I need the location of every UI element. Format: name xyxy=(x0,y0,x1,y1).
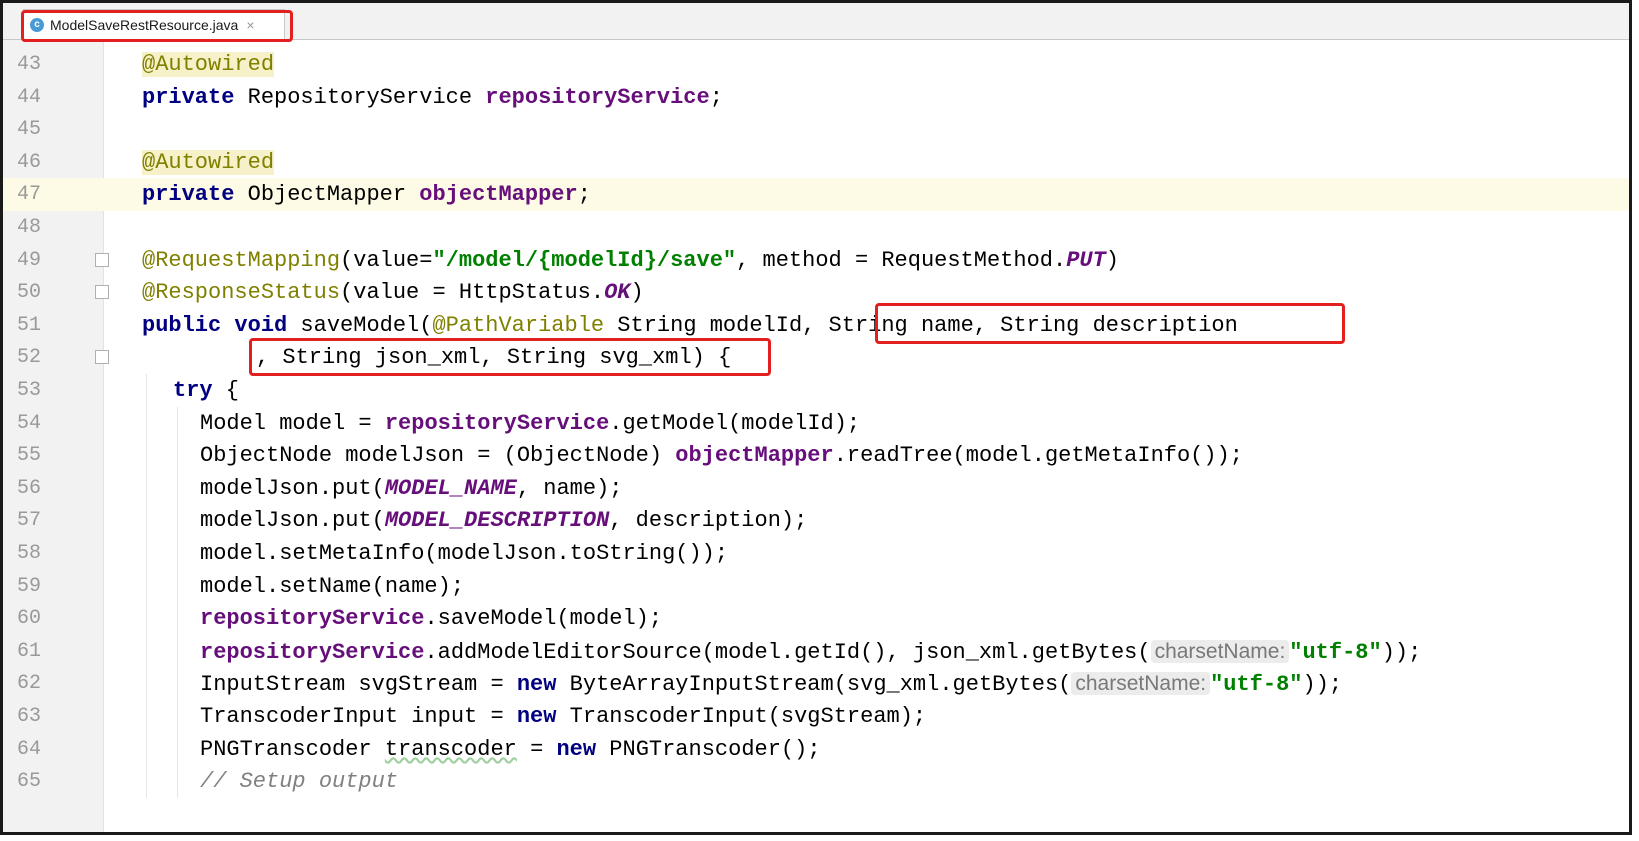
line-number: 49 xyxy=(17,248,42,272)
fold-marker-icon[interactable] xyxy=(95,350,109,365)
line-number: 57 xyxy=(17,509,42,533)
code-text: @Autowired xyxy=(142,149,275,175)
code-line[interactable]: 45 xyxy=(3,113,1629,146)
code-line[interactable]: 43 @Autowired xyxy=(3,48,1629,81)
code-text: @RequestMapping(value="/model/{modelId}/… xyxy=(142,247,1119,273)
code-line[interactable]: 54 Model model = repositoryService.getMod… xyxy=(3,407,1629,440)
line-number: 61 xyxy=(17,639,42,663)
code-line[interactable]: 59 model.setName(name); xyxy=(3,570,1629,603)
code-text: PNGTranscoder transcoder = new PNGTransc… xyxy=(200,736,821,762)
code-text: @Autowired xyxy=(142,52,275,77)
line-number: 56 xyxy=(17,476,42,500)
line-number: 50 xyxy=(17,281,42,305)
code-text: ObjectNode modelJson = (ObjectNode) obje… xyxy=(200,443,1243,469)
code-text: TranscoderInput input = new TranscoderIn… xyxy=(200,704,927,729)
code-line[interactable]: 55 ObjectNode modelJson = (ObjectNode) ob… xyxy=(3,439,1629,472)
line-number: 59 xyxy=(17,574,42,598)
code-text: private ObjectMapper objectMapper; xyxy=(142,182,591,208)
line-number: 63 xyxy=(17,705,42,728)
code-text: @ResponseStatus(value = HttpStatus.OK) xyxy=(142,280,644,306)
code-text: InputStream svgStream = new ByteArrayInp… xyxy=(200,672,1343,698)
indent-guide xyxy=(146,374,147,798)
line-number: 47 xyxy=(17,183,42,207)
code-text: model.setMetaInfo(modelJson.toString()); xyxy=(200,541,729,566)
code-line[interactable]: 62 InputStream svgStream = new ByteArrayI… xyxy=(3,667,1629,700)
fold-marker-icon[interactable] xyxy=(95,285,109,300)
code-line[interactable]: 63 TranscoderInput input = new Transcoder… xyxy=(3,700,1629,733)
code-line[interactable]: 60 repositoryService.saveModel(model); xyxy=(3,602,1629,635)
indent-guide xyxy=(177,406,178,798)
code-line[interactable]: 61 repositoryService.addModelEditorSource… xyxy=(3,635,1629,668)
code-line[interactable]: 57 modelJson.put(MODEL_DESCRIPTION, descr… xyxy=(3,504,1629,537)
code-line[interactable]: 53 try { xyxy=(3,374,1629,407)
code-line[interactable]: 49 @RequestMapping(value="/model/{modelId… xyxy=(3,244,1629,277)
file-tab-label: ModelSaveRestResource.java xyxy=(50,16,239,33)
java-class-icon: c xyxy=(30,17,44,32)
line-number: 51 xyxy=(17,313,42,337)
line-number: 55 xyxy=(17,444,42,468)
line-number: 44 xyxy=(17,85,42,109)
line-number: 54 xyxy=(17,411,42,435)
code-text: // Setup output xyxy=(200,769,399,795)
code-text: public void saveModel(@PathVariable Stri… xyxy=(142,312,1238,338)
close-icon[interactable]: × xyxy=(246,17,254,33)
code-text: modelJson.put(MODEL_DESCRIPTION, descrip… xyxy=(200,508,808,534)
line-number: 46 xyxy=(17,150,42,174)
code-line[interactable]: 64 PNGTranscoder transcoder = new PNGTran… xyxy=(3,733,1629,766)
code-line[interactable]: 58 model.setMetaInfo(modelJson.toString()… xyxy=(3,537,1629,570)
line-number: 45 xyxy=(17,118,42,142)
line-number: 48 xyxy=(17,216,42,239)
code-text: modelJson.put(MODEL_NAME, name); xyxy=(200,475,623,501)
file-tab[interactable]: c ModelSaveRestResource.java × xyxy=(23,9,285,39)
code-text: repositoryService.addModelEditorSource(m… xyxy=(200,639,1422,665)
code-text: model.setName(name); xyxy=(200,573,465,599)
line-number: 65 xyxy=(17,770,42,794)
code-text: try { xyxy=(173,378,240,403)
code-line[interactable]: 44 private RepositoryService repositorySe… xyxy=(3,81,1629,114)
code-editor[interactable]: 43 @Autowired 44 private RepositoryService … xyxy=(3,40,1629,832)
line-number: 58 xyxy=(17,542,42,565)
editor-window: c ModelSaveRestResource.java × 43 @Autowi… xyxy=(0,0,1632,835)
code-text: , String json_xml, String svg_xml) { xyxy=(256,345,732,371)
code-line[interactable]: 65 // Setup output xyxy=(3,765,1629,798)
line-number: 53 xyxy=(17,379,42,402)
code-line[interactable]: 52 , String json_xml, String svg_xml) { xyxy=(3,341,1629,374)
code-line[interactable]: 51 public void saveModel(@PathVariable St… xyxy=(3,309,1629,342)
code-line[interactable]: 47 private ObjectMapper objectMapper; xyxy=(3,178,1629,212)
code-line[interactable]: 46 @Autowired xyxy=(3,146,1629,179)
code-text: repositoryService.saveModel(model); xyxy=(200,606,663,632)
line-number: 43 xyxy=(17,53,42,76)
code-line[interactable]: 50 @ResponseStatus(value = HttpStatus.OK) xyxy=(3,276,1629,309)
editor-tab-bar: c ModelSaveRestResource.java × xyxy=(3,3,1629,40)
line-number: 64 xyxy=(17,737,42,761)
line-number: 62 xyxy=(17,672,42,696)
fold-marker-icon[interactable] xyxy=(95,252,109,267)
line-number: 52 xyxy=(17,346,42,370)
code-text: private RepositoryService repositoryServ… xyxy=(142,84,723,110)
code-text: Model model = repositoryService.getModel… xyxy=(200,410,861,436)
line-number: 60 xyxy=(17,607,42,631)
code-line[interactable]: 56 modelJson.put(MODEL_NAME, name); xyxy=(3,472,1629,505)
code-line[interactable]: 48 xyxy=(3,211,1629,244)
